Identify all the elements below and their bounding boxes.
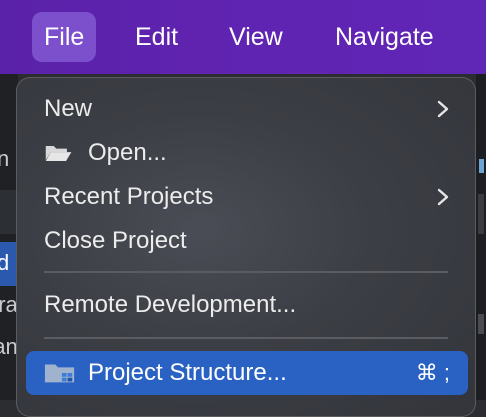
menu-item-recent-projects[interactable]: Recent Projects xyxy=(26,177,468,217)
background-marker xyxy=(478,194,484,234)
menu-item-label: New xyxy=(44,95,93,122)
keyboard-shortcut: ⌘ ; xyxy=(415,360,450,385)
menubar-view[interactable]: View xyxy=(217,12,295,62)
menu-item-label: Remote Development... xyxy=(44,291,297,318)
menu-item-open[interactable]: Open... xyxy=(26,133,468,173)
folder-open-icon xyxy=(45,145,72,161)
menubar-edit[interactable]: Edit xyxy=(123,12,190,62)
menu-item-new[interactable]: New xyxy=(26,89,468,129)
menu-separator xyxy=(44,337,448,339)
chevron-right-icon xyxy=(437,100,449,118)
menubar-navigate[interactable]: Navigate xyxy=(323,12,446,62)
menu-item-project-structure[interactable]: Project Structure... ⌘ ; xyxy=(26,351,468,395)
menu-item-label: Open... xyxy=(88,139,167,166)
menu-item-close-project[interactable]: Close Project xyxy=(26,221,468,261)
background-marker xyxy=(479,159,484,173)
menubar-file[interactable]: File xyxy=(32,12,97,62)
menu-item-label: Recent Projects xyxy=(44,183,214,210)
project-structure-icon xyxy=(44,364,75,383)
background-window-right xyxy=(476,74,486,400)
background-text: d xyxy=(0,250,10,275)
menubar: File Edit View Navigate xyxy=(0,0,486,74)
menu-item-remote-development[interactable]: Remote Development... xyxy=(26,285,468,325)
file-menu-dropdown: New Open... Recent Projects Close Projec… xyxy=(16,77,476,417)
menu-item-label: Project Structure... xyxy=(88,359,287,386)
menu-separator xyxy=(44,271,448,273)
background-text: n xyxy=(0,146,10,171)
menu-item-label: Close Project xyxy=(44,227,187,254)
background-marker xyxy=(478,314,484,334)
chevron-right-icon xyxy=(437,188,449,206)
